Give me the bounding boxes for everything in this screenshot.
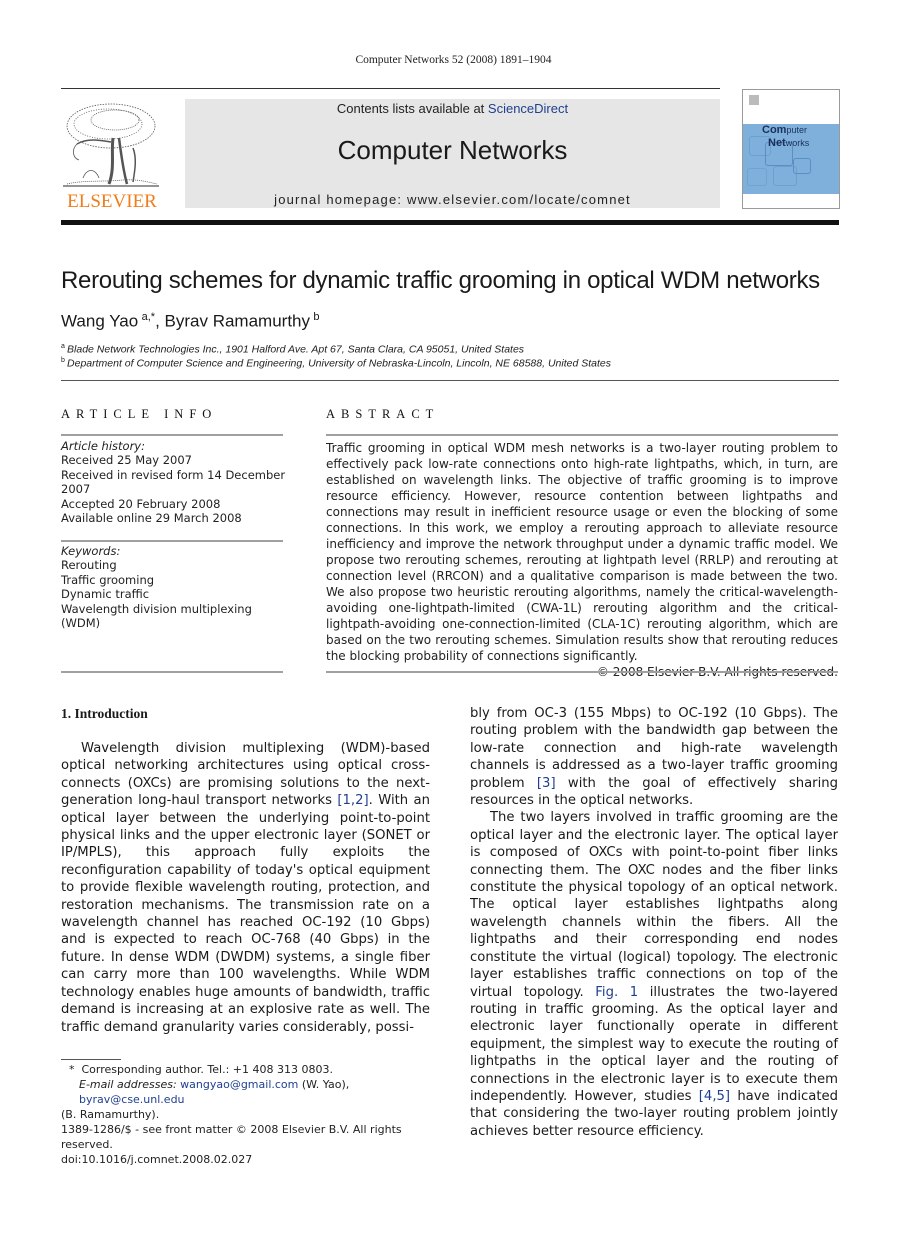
divider [61,434,283,436]
keywords: Keywords: Rerouting Traffic grooming Dyn… [61,544,286,630]
keyword: Traffic grooming [61,572,155,587]
affiliation: a Blade Network Technologies Inc., 1901 … [61,343,525,356]
journal-cover[interactable]: Computer Networks [742,89,840,209]
running-head: Computer Networks 52 (2008) 1891–1904 [355,54,552,66]
section-heading-introduction: 1. Introduction [61,706,148,721]
cover-title: Computer Networks [762,124,810,149]
history-item: Available online 29 March 2008 [61,511,242,526]
citation-link[interactable]: [4,5] [699,1089,730,1104]
tree-logo-icon [63,103,159,187]
affiliation: b Department of Computer Science and Eng… [61,357,611,370]
issn-line: 1389-1286/$ - see front matter © 2008 El… [61,1123,402,1151]
header-thick-rule [61,220,839,225]
corresponding-author-note: Corresponding author. Tel.: +1 408 313 0… [81,1063,334,1076]
journal-banner: Contents lists available at ScienceDirec… [185,99,720,208]
author-list: Wang Yao a,*, Byrav Ramamurthy b [61,311,320,331]
keywords-label: Keywords: [61,544,121,558]
divider [326,671,838,673]
sciencedirect-link[interactable]: ScienceDirect [488,101,568,116]
cover-square-icon [747,168,767,186]
citation-link[interactable]: [3] [537,776,556,791]
journal-homepage-link[interactable]: journal homepage: www.elsevier.com/locat… [185,192,720,207]
author-name[interactable]: Byrav Ramamurthy [165,312,310,331]
keyword: Dynamic traffic [61,587,150,602]
footnote-rule [61,1059,121,1060]
article-history-label: Article history: [61,439,145,453]
author-affiliation-mark[interactable]: a,* [142,311,155,323]
body-column-left: Wavelength division multiplexing (WDM)-b… [61,740,430,1036]
keyword: Wavelength division multiplexing (WDM) [61,601,252,631]
figure-link[interactable]: Fig. 1 [595,985,638,1000]
cover-square-icon [773,166,797,186]
doi-link[interactable]: doi:10.1016/j.comnet.2008.02.027 [61,1152,441,1167]
journal-name: Computer Networks [337,135,568,165]
paragraph: The two layers involved in traffic groom… [470,810,838,1139]
publisher-logo[interactable]: ELSEVIER [61,96,163,212]
author-name[interactable]: Wang Yao [61,312,138,331]
history-item: Received 25 May 2007 [61,453,192,468]
article-info-heading: ARTICLE INFO [61,407,218,421]
cover-publisher-icon [749,95,759,105]
publisher-name: ELSEVIER [67,191,157,212]
keyword: Rerouting [61,558,117,573]
article-title: Rerouting schemes for dynamic traffic gr… [61,267,820,294]
paragraph: Wavelength division multiplexing (WDM)-b… [61,741,430,1035]
author-affiliation-mark[interactable]: b [313,311,319,323]
body-column-right: bly from OC-3 (155 Mbps) to OC-192 (10 G… [470,705,838,1140]
divider [61,540,283,542]
divider [326,434,838,436]
contents-prefix: Contents lists available at [336,101,488,116]
paragraph: bly from OC-3 (155 Mbps) to OC-192 (10 G… [470,706,838,809]
article-history: Article history: Received 25 May 2007 Re… [61,439,286,525]
history-item: Received in revised form 14 December 200… [61,467,286,497]
citation-link[interactable]: [1,2] [337,793,368,808]
email-link[interactable]: byrav@cse.unl.edu [79,1093,185,1106]
abstract-body: Traffic grooming in optical WDM mesh net… [326,440,838,680]
history-item: Accepted 20 February 2008 [61,496,221,511]
abstract-text: Traffic grooming in optical WDM mesh net… [326,441,838,663]
footnote: * Corresponding author. Tel.: +1 408 313… [61,1063,350,1121]
divider [61,671,283,673]
header-rule [61,88,720,89]
section-rule [61,380,839,381]
front-matter: 1389-1286/$ - see front matter © 2008 El… [61,1122,441,1167]
contents-line: Contents lists available at ScienceDirec… [185,101,720,116]
email-link[interactable]: wangyao@gmail.com [180,1078,298,1091]
abstract-heading: ABSTRACT [326,407,440,421]
